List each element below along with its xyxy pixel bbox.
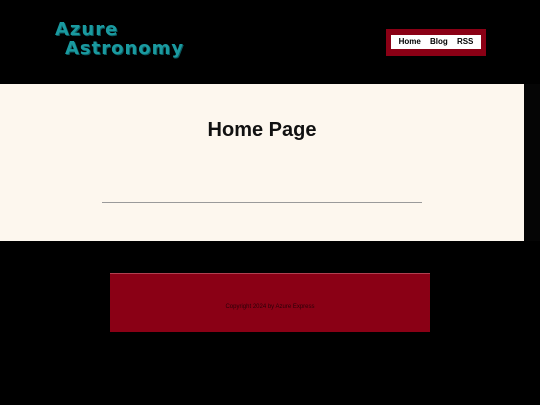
nav-link-blog[interactable]: Blog — [430, 35, 448, 49]
footer: Copyright 2024 by Azure Express — [110, 273, 430, 332]
site-logo[interactable]: Azure Astronomy — [55, 20, 184, 58]
logo-line2: Astronomy — [65, 38, 185, 59]
copyright-text: Copyright 2024 by Azure Express — [225, 304, 315, 310]
nav-link-rss[interactable]: RSS — [457, 35, 473, 49]
page-title: Home Page — [207, 119, 317, 141]
scroll-strip — [524, 84, 540, 241]
content-divider — [102, 202, 422, 203]
logo-line1: Azure — [55, 19, 119, 40]
content-panel: Home Page — [0, 84, 524, 241]
main-nav: Home Blog RSS — [386, 29, 486, 56]
nav-bar: Home Blog RSS — [391, 35, 481, 49]
nav-link-home[interactable]: Home — [399, 35, 421, 49]
page: Azure Astronomy Home Blog RSS Home Page … — [0, 0, 540, 405]
